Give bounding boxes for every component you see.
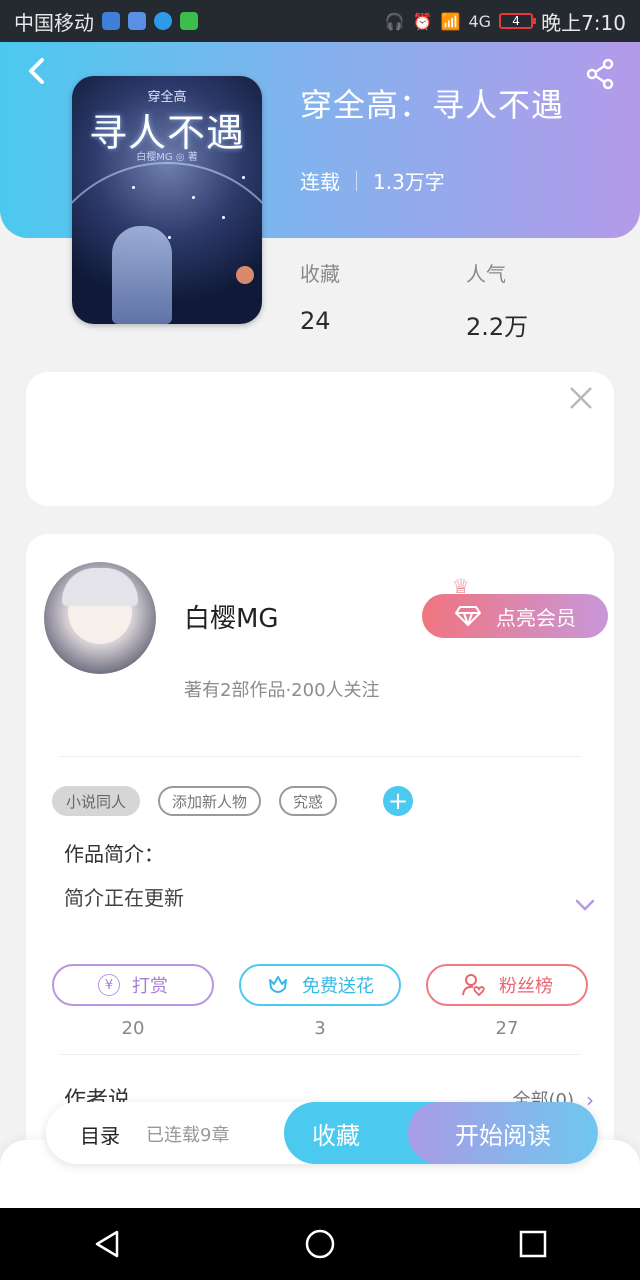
meta-divider (356, 170, 357, 191)
clock: 晚上7:10 (541, 10, 626, 35)
author-info: 著有2部作品·200人关注 (184, 680, 380, 701)
k-app-icon (154, 12, 172, 30)
cover-author-credit: 白樱MG ◎ 著 (136, 152, 198, 163)
word-count: 1.3万字 (373, 170, 445, 194)
square-recents-icon (520, 1230, 547, 1258)
cover-star (132, 186, 135, 189)
favorites-label: 收藏 (300, 262, 340, 286)
free-flower-button[interactable]: 免费送花 (239, 964, 401, 1006)
chevron-right-icon: › (586, 1088, 594, 1112)
tag-item[interactable]: 究惑 (279, 786, 338, 816)
start-reading-label: 开始阅读 (455, 1121, 551, 1150)
expand-intro-button[interactable] (574, 894, 596, 916)
vip-button-label: 点亮会员 (496, 605, 576, 630)
cover-star (222, 216, 225, 219)
shield-icon (102, 12, 120, 30)
chevron-left-icon (29, 58, 44, 84)
system-nav-bar (0, 1208, 640, 1280)
popularity-value: 2.2万 (466, 313, 529, 341)
book-cover[interactable]: 穿全高 寻人不遇 白樱MG ◎ 著 (72, 76, 262, 324)
cover-star (192, 196, 195, 199)
popularity-label: 人气 (466, 262, 506, 286)
chapter-status: 已连载9章 (146, 1125, 230, 1146)
share-button[interactable] (584, 58, 616, 90)
book-stats: 收藏 24 人气 2.2万 (300, 258, 528, 342)
intro-text: 简介正在更新 (64, 886, 184, 910)
tag-item[interactable]: 添加新人物 (158, 786, 262, 816)
nav-back-button[interactable] (87, 1224, 127, 1264)
book-detail-card: 白樱MG ♕ 点亮会员 著有2部作品·200人关注 小说同人 添加新人物 究惑 … (26, 534, 614, 1174)
nav-home-button[interactable] (300, 1224, 340, 1264)
book-meta: 连载 1.3万字 (300, 166, 445, 195)
battery-icon: 4 (499, 13, 537, 29)
reward-button[interactable]: ¥ 打赏 (52, 964, 214, 1006)
paw-icon (128, 12, 146, 30)
chevron-down-icon (575, 899, 595, 911)
cover-planet (236, 266, 254, 284)
alarm-icon: ⏰ (412, 11, 433, 31)
flower-action: 免费送花 3 (239, 964, 401, 1039)
action-row: ¥ 打赏 20 免费送花 3 粉丝榜 27 (52, 964, 588, 1039)
wifi-icon: 📶 (440, 11, 461, 31)
serial-status: 连载 (300, 170, 340, 194)
reward-label: 打赏 (132, 976, 168, 997)
reward-action: ¥ 打赏 20 (52, 964, 214, 1039)
share-icon (586, 58, 614, 90)
network-label: 4G (468, 11, 492, 31)
carrier-label: 中国移动 (14, 10, 94, 35)
vip-button[interactable]: 点亮会员 (422, 594, 608, 638)
yen-icon: ¥ (98, 974, 120, 996)
author-name[interactable]: 白樱MG (184, 598, 279, 635)
fans-action: 粉丝榜 27 (426, 964, 588, 1039)
headphones-icon: 🎧 (384, 11, 405, 31)
iqiyi-icon (180, 12, 198, 30)
fan-ranking-button[interactable]: 粉丝榜 (426, 964, 588, 1006)
divider (60, 1054, 580, 1055)
diamond-icon (455, 606, 481, 626)
close-icon (570, 387, 592, 409)
reward-count: 20 (121, 1018, 145, 1039)
favorites-value: 24 (300, 307, 331, 335)
add-tag-button[interactable]: + (383, 786, 414, 816)
flower-count: 3 (314, 1018, 326, 1039)
cover-figure (112, 226, 172, 324)
divider (60, 756, 580, 757)
cover-star (242, 176, 245, 179)
flower-label: 免费送花 (302, 976, 374, 997)
stat-favorites: 收藏 24 (300, 258, 340, 342)
flower-icon (269, 976, 287, 993)
battery-level: 4 (512, 14, 520, 28)
intro-label: 作品简介： (64, 842, 164, 866)
fans-count: 27 (495, 1018, 519, 1039)
favorite-button-label: 收藏 (312, 1121, 360, 1150)
nav-recents-button[interactable] (513, 1224, 553, 1264)
stat-popularity: 人气 2.2万 (466, 258, 528, 342)
status-bar: 中国移动 🎧 ⏰ 📶 4G 4 晚上7:10 (0, 0, 640, 42)
book-title: 穿全高：寻人不遇 (300, 86, 565, 124)
close-button[interactable] (568, 384, 594, 419)
circle-home-icon (305, 1229, 335, 1259)
ad-card (26, 372, 614, 506)
tag-item[interactable]: 小说同人 (52, 786, 141, 816)
author-avatar[interactable] (44, 562, 156, 674)
tag-list: 小说同人 添加新人物 究惑 + (52, 786, 414, 816)
triangle-back-icon (95, 1230, 118, 1258)
back-button[interactable] (22, 56, 52, 86)
bottom-action-bar: 目录 已连载9章 收藏 开始阅读 (46, 1102, 598, 1164)
cover-star (168, 236, 171, 239)
user-heart-icon (462, 974, 485, 997)
toc-button[interactable]: 目录 (80, 1120, 120, 1149)
plus-icon: + (387, 787, 409, 815)
fans-label: 粉丝榜 (499, 976, 553, 997)
start-reading-button[interactable]: 开始阅读 (408, 1102, 598, 1164)
